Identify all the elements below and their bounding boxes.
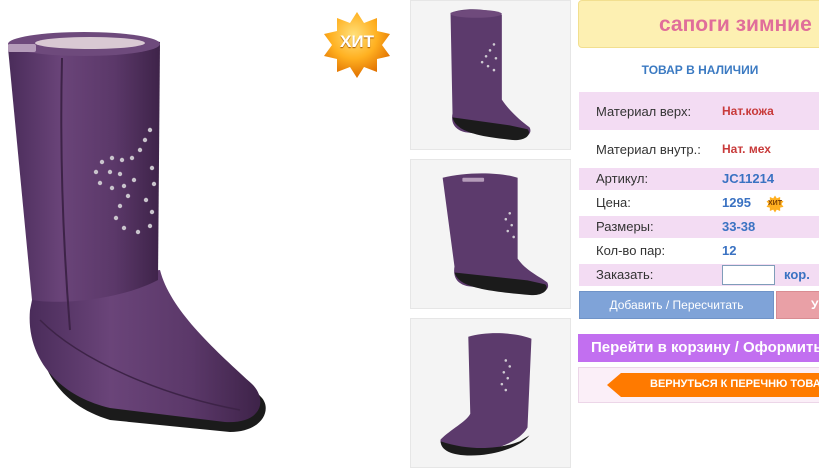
spec-label: Артикул:	[596, 171, 649, 186]
add-recalculate-button[interactable]: Добавить / Пересчитать	[579, 291, 774, 319]
product-title: сапоги зимние	[659, 13, 812, 36]
spec-row-material-top: Материал верх: Нат.кожа	[579, 92, 819, 130]
spec-label: Кол-во пар:	[596, 243, 666, 258]
order-quantity-input[interactable]	[722, 265, 775, 285]
product-page: ХИТ сапоги зимние ТОВАР В НАЛИЧИИ Матери…	[0, 0, 819, 472]
back-to-list-box: ВЕРНУТЬСЯ К ПЕРЕЧНЮ ТОВАРОВ	[578, 367, 819, 403]
thumbnail-3[interactable]	[410, 318, 571, 468]
spec-row-sizes: Размеры: 33-38	[579, 216, 819, 238]
spec-label: Заказать:	[596, 267, 654, 282]
spec-value: 1295	[722, 195, 751, 210]
spec-label: Размеры:	[596, 219, 654, 234]
back-to-list-label: ВЕРНУТЬСЯ К ПЕРЕЧНЮ ТОВАРОВ	[650, 378, 819, 390]
hit-badge-label: ХИТ	[340, 32, 374, 51]
spec-row-pairs: Кол-во пар: 12	[579, 240, 819, 262]
spec-row-material-inner: Материал внутр.: Нат. мех	[579, 130, 819, 168]
spec-label: Материал верх:	[596, 104, 692, 119]
spec-row-article: Артикул: JC11214	[579, 168, 819, 190]
secondary-action-button[interactable]: У	[776, 291, 819, 319]
spec-label: Цена:	[596, 195, 631, 210]
spec-value: Нат.кожа	[722, 104, 774, 118]
spec-value: 12	[722, 243, 737, 258]
thumbnail-image	[450, 9, 531, 141]
go-to-cart-button[interactable]: Перейти в корзину / Оформить	[578, 334, 819, 362]
stock-status: ТОВАР В НАЛИЧИИ	[641, 63, 759, 77]
spec-label: Материал внутр.:	[596, 142, 701, 157]
hit-badge: ХИТ	[320, 10, 394, 80]
main-product-image[interactable]: ХИТ	[0, 0, 403, 472]
spec-value: Нат. мех	[722, 142, 771, 156]
order-unit: кор.	[784, 267, 810, 282]
price-hit-badge: ХИТ	[765, 195, 785, 213]
spec-value: JC11214	[722, 171, 775, 186]
thumbnail-2[interactable]	[410, 159, 571, 309]
thumbnail-image	[442, 173, 549, 296]
product-title-box: сапоги зимние	[578, 0, 819, 48]
back-to-list-button[interactable]: ВЕРНУТЬСЯ К ПЕРЕЧНЮ ТОВАРОВ	[607, 373, 819, 397]
spec-row-order: Заказать: кор.	[579, 264, 819, 286]
thumbnail-1[interactable]	[410, 0, 571, 150]
thumbnail-image	[440, 333, 532, 456]
price-hit-badge-label: ХИТ	[768, 200, 782, 207]
spec-value: 33-38	[722, 219, 756, 234]
spec-row-price: Цена: 1295 ХИТ	[579, 192, 819, 214]
